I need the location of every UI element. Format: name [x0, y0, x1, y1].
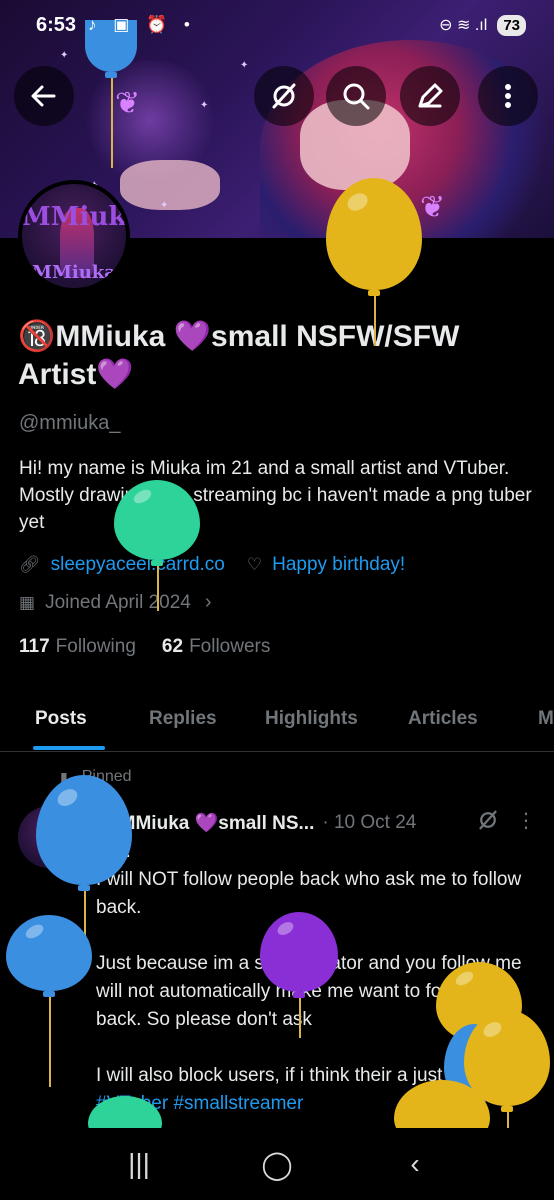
sparkle-icon: ✦ — [60, 50, 69, 61]
follow-counts: 117 Following 62 Followers — [19, 636, 296, 658]
calendar-icon: ▦ — [19, 592, 36, 612]
joined-date: Joined April 2024 — [45, 591, 191, 613]
balloon-decoration — [36, 775, 132, 951]
followers-count[interactable]: 62 — [162, 636, 183, 658]
joined-date-row[interactable]: ▦ Joined April 2024 › — [19, 591, 212, 614]
profile-meta: 🔗︎ sleepyaceei.carrd.co ♡ Happy birthday… — [19, 554, 405, 576]
back-nav-button[interactable]: ‹ — [385, 1148, 445, 1180]
balloon-decoration — [326, 178, 422, 346]
grok-icon — [272, 83, 296, 109]
status-bar: 6:53 ♪ ▣ ⏰ • ⊖ ≋ .ıl 73 — [0, 0, 554, 50]
post-grok-button[interactable] — [476, 808, 500, 838]
balloon-decoration — [260, 912, 338, 1038]
profile-tabs: Posts Replies Highlights Articles M — [0, 688, 554, 752]
grok-icon — [479, 810, 497, 830]
tab-replies[interactable]: Replies — [149, 688, 217, 752]
post-date[interactable]: · 10 Oct 24 — [322, 812, 416, 834]
active-tab-indicator — [33, 746, 105, 750]
more-vertical-icon — [505, 84, 511, 108]
butterfly-icon: ❦ — [115, 87, 141, 120]
banner-character-hand — [120, 160, 220, 210]
grok-button[interactable] — [254, 66, 314, 126]
search-button[interactable] — [326, 66, 386, 126]
signal-icons: ⊖ ≋ .ıl — [439, 17, 488, 34]
battery-icon: 73 — [497, 14, 526, 36]
status-time: 6:53 — [36, 13, 77, 36]
avatar-logo-text-2: MMiuka — [32, 262, 116, 283]
chevron-right-icon: › — [204, 591, 212, 613]
post-line: FYI. — [96, 838, 536, 866]
back-arrow-icon — [31, 85, 56, 107]
display-name: 🔞MMiuka 💜small NSFW/SFW Artist💜 — [18, 320, 460, 391]
sparkle-icon: ✦ — [160, 200, 169, 211]
sparkle-icon: ✦ — [200, 100, 209, 111]
birthday-link[interactable]: Happy birthday! — [272, 554, 405, 576]
avatar-logo-text: MMiuka — [22, 202, 127, 232]
post-more-icon[interactable]: ⋮ — [516, 808, 536, 833]
system-icons: ⊖ ≋ .ıl 73 — [439, 14, 526, 36]
balloon-decoration — [6, 915, 92, 1087]
back-button[interactable] — [14, 66, 74, 126]
home-button[interactable]: ◯ — [247, 1148, 307, 1181]
profile-avatar[interactable]: MMiuka MMiuka — [18, 180, 130, 292]
more-button[interactable] — [478, 66, 538, 126]
post-header: 🔞MMiuka 💜small NS... · 10 Oct 24 ⋮ — [96, 808, 536, 838]
link-icon: 🔗︎ — [19, 555, 41, 574]
balloon-icon: ♡ — [246, 555, 263, 574]
edit-profile-button[interactable] — [400, 66, 460, 126]
system-nav-bar: ||| ◯ ‹ — [0, 1128, 554, 1200]
following-count[interactable]: 117 — [19, 636, 50, 658]
search-icon — [343, 83, 370, 110]
butterfly-icon: ❦ — [420, 191, 446, 224]
notification-icons: ♪ ▣ ⏰ • — [88, 15, 196, 34]
tab-articles[interactable]: Articles — [408, 688, 478, 752]
sparkle-icon: ✦ — [240, 60, 249, 71]
edit-pencil-icon — [418, 83, 443, 108]
tab-media[interactable]: M — [538, 688, 554, 752]
user-handle: @mmiuka_ — [19, 412, 121, 434]
tab-highlights[interactable]: Highlights — [265, 688, 358, 752]
recents-button[interactable]: ||| — [109, 1148, 169, 1180]
profile-bio: Hi! my name is Miuka im 21 and a small a… — [19, 458, 532, 533]
tab-posts[interactable]: Posts — [35, 688, 87, 752]
following-label[interactable]: Following — [56, 636, 136, 658]
balloon-decoration — [114, 480, 200, 611]
followers-label[interactable]: Followers — [189, 636, 270, 658]
